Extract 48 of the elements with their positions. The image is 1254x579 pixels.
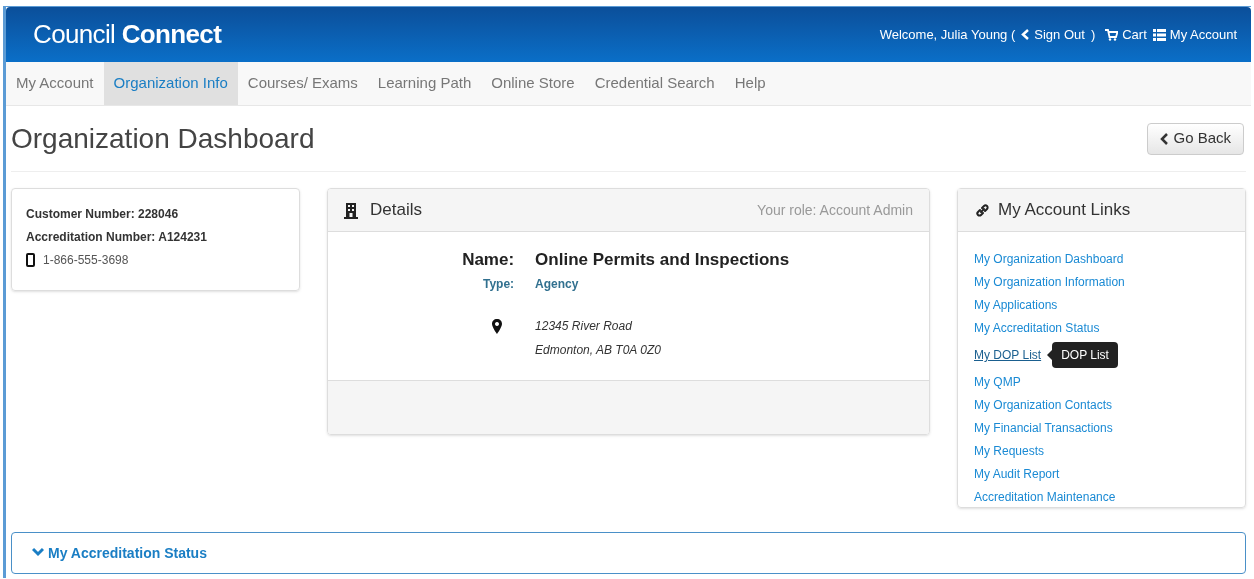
nav-tab[interactable]: Credential Search	[584, 62, 725, 105]
account-link[interactable]: My Applications	[974, 296, 1058, 314]
nav-tab[interactable]: Learning Path	[367, 62, 482, 105]
address-line: Edmonton, AB T0A 0Z0	[535, 341, 662, 359]
tooltip: DOP List	[1052, 342, 1118, 368]
link-icon	[975, 202, 990, 218]
chevron-left-icon	[1160, 132, 1170, 145]
account-link[interactable]: My QMP	[974, 373, 1021, 391]
account-link[interactable]: My Financial Transactions	[974, 419, 1113, 437]
paren-text: )	[1090, 25, 1096, 44]
accreditation-number: Accreditation Number: A124231	[26, 229, 208, 246]
account-link[interactable]: My Requests	[974, 442, 1045, 460]
account-link[interactable]: My Organization Information	[974, 273, 1125, 291]
nav-tab[interactable]: Courses/ Exams	[237, 62, 368, 105]
nav-tab[interactable]: Help	[724, 62, 776, 105]
nav-tab[interactable]: Online Store	[481, 62, 585, 105]
account-link[interactable]: Accreditation Maintenance	[974, 488, 1116, 506]
type-label: Type:	[481, 275, 515, 293]
building-icon	[344, 201, 359, 219]
nav-tab[interactable]: Organization Info	[103, 62, 238, 105]
go-back-button[interactable]: Go Back	[1147, 122, 1244, 155]
page-title: Organization Dashboard	[11, 121, 315, 156]
logo-text: Council Connect	[33, 18, 222, 51]
account-link[interactable]: My Accreditation Status	[974, 319, 1100, 337]
list-icon	[1152, 28, 1166, 41]
account-link[interactable]: My Organization Contacts	[974, 396, 1113, 414]
map-pin-icon	[492, 318, 503, 334]
organization-name: Online Permits and Inspections	[535, 249, 791, 271]
welcome-text: Welcome, Julia Young (	[879, 25, 1016, 44]
organization-type: Agency	[535, 275, 580, 293]
phone-icon	[26, 253, 35, 267]
cart-icon	[1105, 28, 1119, 41]
cart-link[interactable]: Cart	[1105, 24, 1147, 45]
name-label: Name:	[461, 249, 515, 271]
account-link[interactable]: My DOP List	[974, 346, 1042, 364]
sign-out-link[interactable]: Sign Out	[1021, 24, 1085, 45]
address-line: 12345 River Road	[535, 317, 633, 335]
panel-title: Details	[370, 199, 423, 222]
chevron-left-icon	[1021, 29, 1031, 40]
my-account-link[interactable]: My Account	[1152, 24, 1237, 45]
phone-number: 1-866-555-3698	[43, 252, 129, 269]
nav-tab[interactable]: My Account	[6, 62, 104, 105]
customer-number: Customer Number: 228046	[26, 206, 180, 223]
panel-title: My Account Links	[998, 199, 1131, 222]
account-link[interactable]: My Organization Dashboard	[974, 250, 1124, 268]
role-text: Your role: Account Admin	[757, 200, 913, 220]
accreditation-toggle[interactable]: My Accreditation Status	[32, 542, 207, 564]
account-link[interactable]: My Audit Report	[974, 465, 1060, 483]
